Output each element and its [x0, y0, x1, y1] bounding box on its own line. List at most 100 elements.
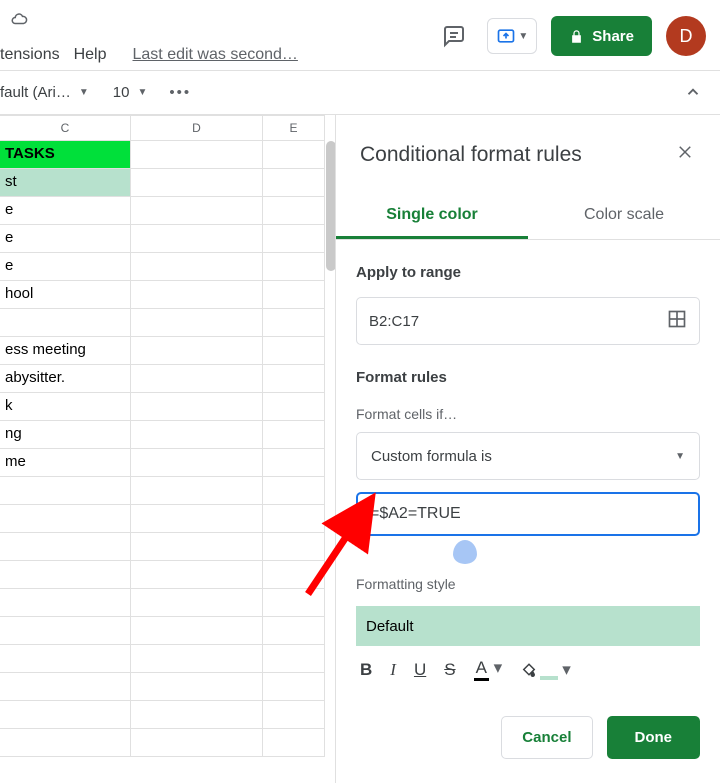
cell[interactable]: e: [0, 253, 131, 281]
cell[interactable]: [131, 701, 263, 729]
cell[interactable]: [0, 561, 131, 589]
table-row[interactable]: [0, 673, 335, 701]
cell[interactable]: [131, 309, 263, 337]
cell[interactable]: [263, 169, 325, 197]
present-button[interactable]: ▼: [487, 18, 537, 54]
cell[interactable]: [0, 617, 131, 645]
font-size-select[interactable]: 10 ▼: [113, 84, 148, 101]
cell[interactable]: [263, 561, 325, 589]
close-panel-button[interactable]: [670, 137, 700, 172]
font-family-select[interactable]: fault (Ari… ▼: [0, 84, 89, 101]
cell[interactable]: [0, 533, 131, 561]
table-row[interactable]: e: [0, 253, 335, 281]
cell[interactable]: hool: [0, 281, 131, 309]
table-row[interactable]: [0, 645, 335, 673]
last-edit-link[interactable]: Last edit was second…: [133, 46, 298, 64]
cell[interactable]: me: [0, 449, 131, 477]
cell[interactable]: [263, 393, 325, 421]
cell[interactable]: [131, 505, 263, 533]
cell[interactable]: [263, 729, 325, 757]
table-row[interactable]: [0, 701, 335, 729]
condition-select[interactable]: Custom formula is ▼: [356, 432, 700, 480]
cell[interactable]: [0, 729, 131, 757]
table-row[interactable]: ng: [0, 421, 335, 449]
cell[interactable]: [263, 337, 325, 365]
table-row[interactable]: [0, 477, 335, 505]
cell[interactable]: [263, 253, 325, 281]
cell[interactable]: [131, 589, 263, 617]
cell[interactable]: [263, 533, 325, 561]
strikethrough-button[interactable]: S: [444, 660, 455, 680]
table-row[interactable]: [0, 533, 335, 561]
tab-color-scale[interactable]: Color scale: [528, 192, 720, 239]
cell[interactable]: [0, 701, 131, 729]
table-row[interactable]: [0, 617, 335, 645]
cell[interactable]: [0, 589, 131, 617]
cell[interactable]: [263, 505, 325, 533]
custom-formula-input[interactable]: =$A2=TRUE: [356, 492, 700, 536]
account-avatar[interactable]: D: [666, 16, 706, 56]
table-row[interactable]: [0, 589, 335, 617]
cell[interactable]: [131, 673, 263, 701]
cell[interactable]: TASKS: [0, 141, 131, 169]
table-row[interactable]: [0, 561, 335, 589]
cell[interactable]: [131, 365, 263, 393]
cell[interactable]: [131, 169, 263, 197]
menu-help[interactable]: Help: [74, 46, 107, 64]
table-row[interactable]: hool: [0, 281, 335, 309]
cell[interactable]: [263, 645, 325, 673]
cell[interactable]: [131, 617, 263, 645]
share-button[interactable]: Share: [551, 16, 652, 56]
cell[interactable]: [131, 281, 263, 309]
done-button[interactable]: Done: [607, 716, 701, 759]
cell[interactable]: [263, 589, 325, 617]
cell[interactable]: [0, 645, 131, 673]
cell[interactable]: [0, 673, 131, 701]
cell[interactable]: [131, 225, 263, 253]
table-row[interactable]: e: [0, 197, 335, 225]
table-row[interactable]: ess meeting: [0, 337, 335, 365]
menu-extensions[interactable]: tensions: [0, 46, 60, 64]
table-row[interactable]: [0, 505, 335, 533]
vertical-scrollbar[interactable]: [326, 141, 335, 451]
apply-range-input[interactable]: B2:C17: [356, 297, 700, 345]
table-row[interactable]: k: [0, 393, 335, 421]
cancel-button[interactable]: Cancel: [501, 716, 592, 759]
cell[interactable]: [263, 309, 325, 337]
comments-button[interactable]: [435, 17, 473, 55]
cell[interactable]: [263, 365, 325, 393]
cell[interactable]: [0, 505, 131, 533]
tab-single-color[interactable]: Single color: [336, 192, 528, 239]
column-header-d[interactable]: D: [131, 115, 263, 141]
cell[interactable]: ng: [0, 421, 131, 449]
cell[interactable]: [131, 421, 263, 449]
cell[interactable]: [131, 645, 263, 673]
text-cursor-handle[interactable]: [453, 540, 477, 564]
column-header-c[interactable]: C: [0, 115, 131, 141]
cell[interactable]: [131, 141, 263, 169]
bold-button[interactable]: B: [360, 660, 372, 680]
cell[interactable]: [263, 225, 325, 253]
table-row[interactable]: e: [0, 225, 335, 253]
cell[interactable]: [131, 477, 263, 505]
table-row[interactable]: st: [0, 169, 335, 197]
cell[interactable]: [131, 533, 263, 561]
cell[interactable]: [263, 477, 325, 505]
cell[interactable]: abysitter.: [0, 365, 131, 393]
table-row[interactable]: [0, 309, 335, 337]
cell[interactable]: e: [0, 225, 131, 253]
cell[interactable]: [131, 393, 263, 421]
column-header-e[interactable]: E: [263, 115, 325, 141]
cell[interactable]: [131, 561, 263, 589]
cell[interactable]: [131, 729, 263, 757]
spreadsheet-grid[interactable]: C D E TASKSsteeehooless meetingabysitter…: [0, 115, 335, 783]
cell[interactable]: [131, 449, 263, 477]
cell[interactable]: [263, 701, 325, 729]
cell[interactable]: [263, 449, 325, 477]
select-range-icon[interactable]: [667, 309, 687, 333]
cell[interactable]: [263, 421, 325, 449]
cell[interactable]: k: [0, 393, 131, 421]
cell[interactable]: [131, 253, 263, 281]
underline-button[interactable]: U: [414, 660, 426, 680]
fill-color-button[interactable]: ▾: [520, 660, 571, 680]
